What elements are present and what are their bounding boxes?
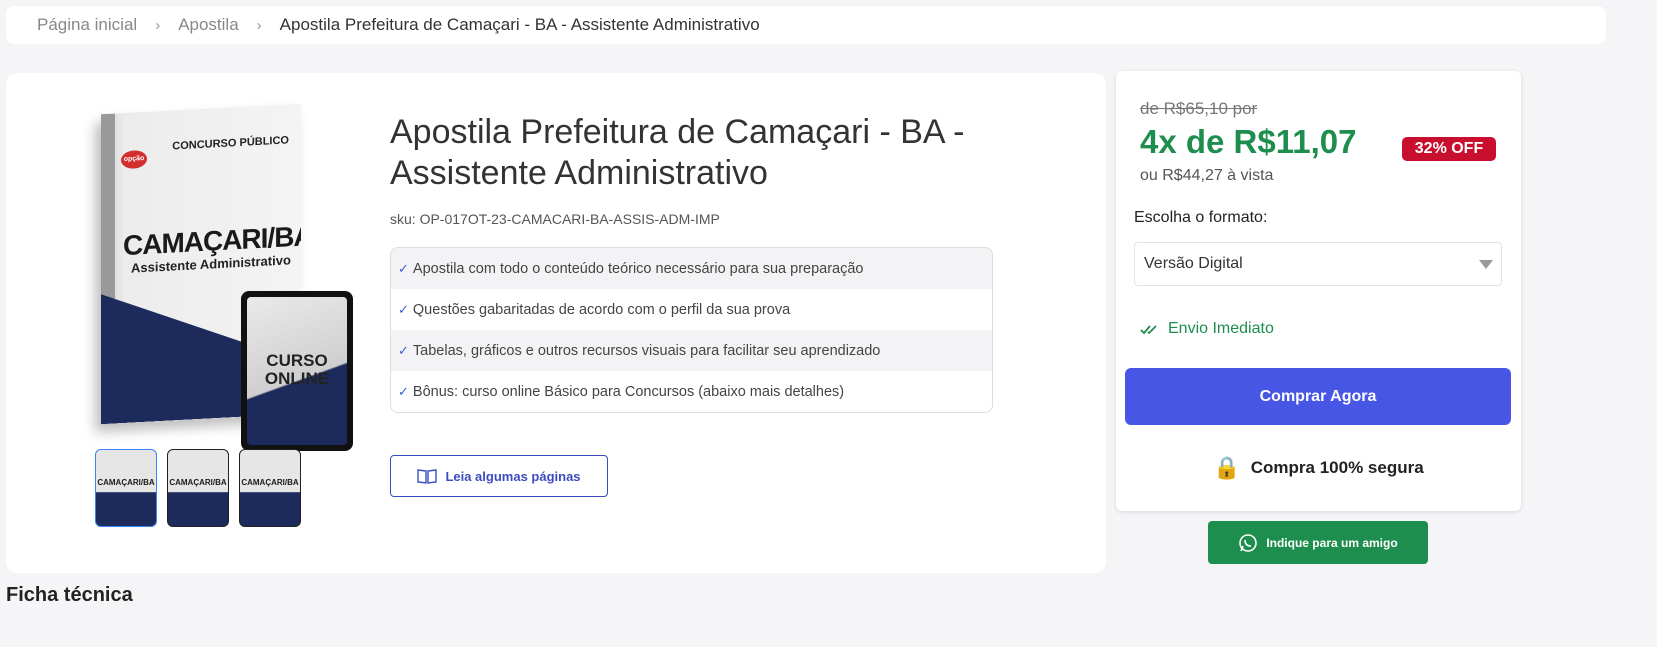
publisher-logo: opção (121, 149, 147, 170)
whatsapp-icon (1239, 533, 1258, 552)
feature-text: Apostila com todo o conteúdo teórico nec… (412, 260, 864, 277)
check-icon: ✓ (398, 301, 409, 317)
feature-text: Tabelas, gráficos e outros recursos visu… (412, 342, 881, 359)
breadcrumb-current: Apostila Prefeitura de Camaçari - BA - A… (279, 15, 760, 34)
feature-item: ✓ Apostila com todo o conteúdo teórico ne… (391, 248, 992, 289)
breadcrumb-category-link[interactable]: Apostila (178, 15, 238, 35)
share-label: Indique para um amigo (1266, 535, 1398, 550)
product-title: Apostila Prefeitura de Camaçari - BA - A… (390, 113, 965, 192)
caret-down-icon (1479, 260, 1493, 269)
check-icon: ✓ (398, 383, 409, 399)
purchase-box: de R$65,10 por 4x de R$11,07 32% OFF ou … (1116, 71, 1521, 511)
installment-price: 4x de R$11,07 (1140, 123, 1357, 160)
thumbnail-1[interactable]: CAMAÇARI/BA (95, 449, 157, 527)
feature-text: Bônus: curso online Básico para Concurso… (412, 383, 845, 400)
format-label: Escolha o formato: (1134, 209, 1268, 226)
share-whatsapp-button[interactable]: Indique para um amigo (1208, 521, 1428, 564)
format-selected-value: Versão Digital (1144, 255, 1243, 272)
tablet-image: CURSO ONLINE (241, 291, 353, 451)
cover-top-label: CONCURSO PÚBLICO (172, 134, 289, 153)
cash-price: ou R$44,27 à vista (1140, 167, 1274, 184)
feature-item: ✓ Questões gabaritadas de acordo com o pe… (391, 289, 992, 330)
read-pages-label: Leia algumas páginas (445, 468, 581, 484)
thumbnail-3[interactable]: CAMAÇARI/BA (239, 449, 301, 527)
feature-item: ✓ Tabelas, gráficos e outros recursos vis… (391, 330, 992, 371)
breadcrumb-home-link[interactable]: Página inicial (37, 15, 137, 35)
product-main-image[interactable]: opção CONCURSO PÚBLICO CAMAÇARI/BA Assis… (61, 101, 361, 461)
old-price: de R$65,10 por (1140, 99, 1258, 118)
thumbnail-label: CAMAÇARI/BA (241, 478, 299, 487)
secure-label: Compra 100% segura (1250, 458, 1424, 477)
check-icon: ✓ (398, 260, 409, 276)
discount-badge: 32% OFF (1402, 137, 1496, 161)
read-pages-button[interactable]: Leia algumas páginas (390, 455, 608, 497)
tablet-text: CURSO ONLINE (264, 351, 330, 388)
tablet-screen: CURSO ONLINE (247, 297, 347, 445)
feature-text: Questões gabaritadas de acordo com o per… (412, 301, 791, 318)
thumbnail-2[interactable]: CAMAÇARI/BA (167, 449, 229, 527)
double-check-icon (1140, 325, 1157, 335)
tech-sheet-heading: Ficha técnica (6, 584, 133, 606)
thumbnail-label: CAMAÇARI/BA (169, 478, 227, 487)
buy-now-button[interactable]: Comprar Agora (1125, 368, 1511, 425)
thumbnail-list: CAMAÇARI/BA CAMAÇARI/BA CAMAÇARI/BA (95, 449, 301, 527)
format-select[interactable]: Versão Digital (1134, 242, 1502, 286)
breadcrumb: Página inicial › Apostila › Apostila Pre… (6, 6, 1606, 44)
shipping-status: Envio Imediato (1140, 320, 1274, 338)
product-sku: sku: OP-017OT-23-CAMACARI-BA-ASSIS-ADM-I… (390, 211, 720, 227)
book-open-icon (417, 469, 438, 484)
shipping-label: Envio Imediato (1168, 320, 1274, 337)
thumbnail-label: CAMAÇARI/BA (97, 478, 155, 487)
chevron-right-icon: › (155, 16, 161, 34)
lock-icon: 🔒 (1213, 455, 1241, 480)
feature-list: ✓ Apostila com todo o conteúdo teórico ne… (390, 247, 993, 413)
feature-item: ✓ Bônus: curso online Básico para Concurs… (391, 371, 992, 412)
chevron-right-icon: › (256, 16, 262, 34)
check-icon: ✓ (398, 342, 409, 358)
secure-purchase: 🔒 Compra 100% segura (1116, 455, 1521, 481)
